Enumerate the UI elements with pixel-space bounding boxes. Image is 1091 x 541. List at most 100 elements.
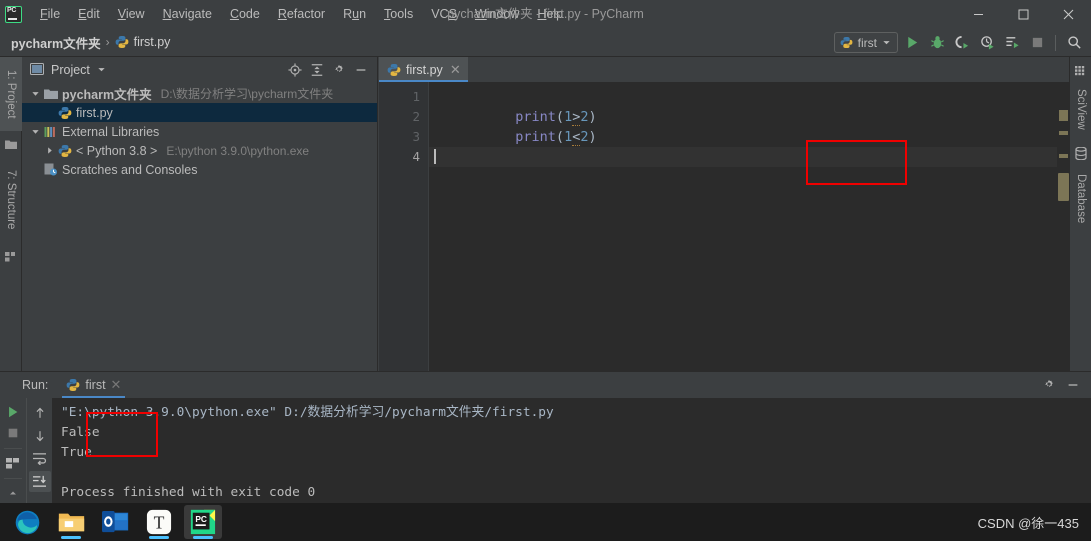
sidebar-item-database[interactable]: Database [1070,163,1091,235]
scroll-from-source-icon[interactable] [285,60,305,80]
line-number: 4 [412,149,420,164]
profile-button[interactable] [976,32,998,54]
close-icon[interactable]: ✕ [450,63,461,76]
run-button[interactable] [901,32,923,54]
editor-tab-first-py[interactable]: first.py ✕ [379,57,468,82]
breadcrumb-file[interactable]: first.py [134,35,171,49]
expand-arrow-icon[interactable] [28,127,42,136]
collapse-arrow-icon[interactable] [42,146,56,155]
layout-icon[interactable] [2,454,24,473]
run-tab-first[interactable]: first ✕ [62,372,126,398]
console-output-line-2: True [61,445,92,460]
menu-item-tools[interactable]: Tools [375,4,422,24]
svg-text:PC: PC [195,514,207,524]
minimize-icon[interactable] [956,0,1001,28]
rerun-button[interactable] [2,402,24,421]
search-everywhere-button[interactable] [1063,32,1085,54]
tree-node-pycharm-folder[interactable]: pycharm文件夹 D:\数据分析学习\pycharm文件夹 [22,84,377,103]
menu-item-vcs[interactable]: VCS [422,4,466,24]
libraries-icon [42,126,59,138]
menu-item-code[interactable]: Code [221,4,269,24]
toolbar-separator-2 [4,477,22,479]
project-panel-header-icons [285,57,371,82]
expand-arrow-icon[interactable] [28,89,42,98]
project-tree: pycharm文件夹 D:\数据分析学习\pycharm文件夹 first.py [22,82,377,179]
taskbar-typora-icon[interactable]: T [140,505,178,539]
collapse-all-icon[interactable] [307,60,327,80]
down-arrow-button[interactable] [29,425,51,446]
up-arrow-button[interactable] [29,402,51,423]
tree-node-label: pycharm文件夹 [62,88,152,102]
taskbar-outlook-icon[interactable] [96,505,134,539]
menu-item-edit[interactable]: Edit [69,4,109,24]
soft-wrap-button[interactable] [29,448,51,469]
scroll-to-end-button[interactable] [28,471,51,492]
sidebar-item-structure[interactable]: 7: Structure [0,157,22,243]
close-icon[interactable] [1046,0,1091,28]
menu-item-help[interactable]: Help [528,4,572,24]
sidebar-item-sciview[interactable]: SciView [1070,81,1091,137]
structure-icon [5,249,17,267]
console-exit-line: Process finished with exit code 0 [61,485,316,500]
close-icon[interactable]: ✕ [111,377,122,393]
tree-node-external-libraries[interactable]: External Libraries [22,122,377,141]
debug-button[interactable] [926,32,948,54]
tree-node-python-interpreter[interactable]: < Python 3.8 > E:\python 3.9.0\python.ex… [22,141,377,160]
run-tests-button[interactable] [1001,32,1023,54]
menu-item-view[interactable]: View [109,4,154,24]
editor-tabs: first.py ✕ [379,57,1069,82]
menu-item-window[interactable]: Window [466,4,528,24]
scrollbar-marker[interactable] [1059,154,1068,158]
scrollbar-marker[interactable] [1059,131,1068,135]
csdn-watermark: CSDN @徐一435 [977,516,1079,531]
settings-gear-icon[interactable] [329,60,349,80]
code-editor[interactable]: 1 2 3 4 print(1>2) print(1<2) [379,82,1069,396]
python-icon [66,378,80,392]
code-token-print: print [515,129,556,145]
menu-item-file[interactable]: File [31,4,69,24]
code-text-area[interactable]: print(1>2) print(1<2) [429,82,1069,371]
run-panel-label: Run: [22,378,49,392]
scrollbar-thumb[interactable] [1058,173,1069,201]
sidebar-item-project[interactable]: 1: Project [0,57,22,131]
stop-button[interactable] [2,423,24,442]
menu-item-refactor[interactable]: Refactor [269,4,334,24]
scrollbar-marker[interactable] [1059,110,1068,121]
taskbar-running-indicator [61,536,81,539]
run-with-coverage-button[interactable] [951,32,973,54]
settings-gear-icon[interactable] [1039,375,1059,395]
menu-item-navigate[interactable]: Navigate [154,4,221,24]
chevron-down-icon[interactable] [97,65,106,74]
run-panel-second-toolbar [26,398,52,503]
hide-panel-icon[interactable] [351,60,371,80]
stop-button[interactable] [1026,32,1048,54]
tree-node-label: < Python 3.8 > [76,143,158,158]
console-output-line-1: False [61,425,100,440]
taskbar-file-explorer-icon[interactable] [52,505,90,539]
run-console-output[interactable]: "E:\python 3.9.0\python.exe" D:/数据分析学习/p… [52,398,1091,503]
tree-node-label: first.py [76,105,113,120]
pycharm-window: File Edit View Navigate Code Refactor Ru… [0,0,1091,541]
run-configuration-selector[interactable]: first [833,32,898,53]
python-file-icon [56,106,73,120]
sidebar-item-database-label: Database [1075,174,1087,224]
editor-scrollbar[interactable] [1057,107,1069,396]
maximize-icon[interactable] [1001,0,1046,28]
console-command-line: "E:\python 3.9.0\python.exe" D:/数据分析学习/p… [61,405,554,420]
taskbar-edge-icon[interactable] [8,505,46,539]
scratches-icon [42,163,59,176]
expand-arrow-icon[interactable] [2,484,24,503]
python-file-icon [387,63,401,77]
taskbar-pycharm-icon[interactable]: PC [184,505,222,539]
tree-node-first-py[interactable]: first.py [22,103,377,122]
run-panel-header-icons [1039,372,1083,398]
project-panel-header: Project [22,57,377,82]
run-panel-header: Run: first ✕ [0,372,1091,398]
breadcrumb-project[interactable]: pycharm文件夹 [11,33,101,52]
menu-item-run[interactable]: Run [334,4,375,24]
run-configuration-name: first [857,35,877,50]
hide-panel-icon[interactable] [1063,375,1083,395]
python-icon [56,144,73,158]
tree-node-scratches-and-consoles[interactable]: Scratches and Consoles [22,160,377,179]
